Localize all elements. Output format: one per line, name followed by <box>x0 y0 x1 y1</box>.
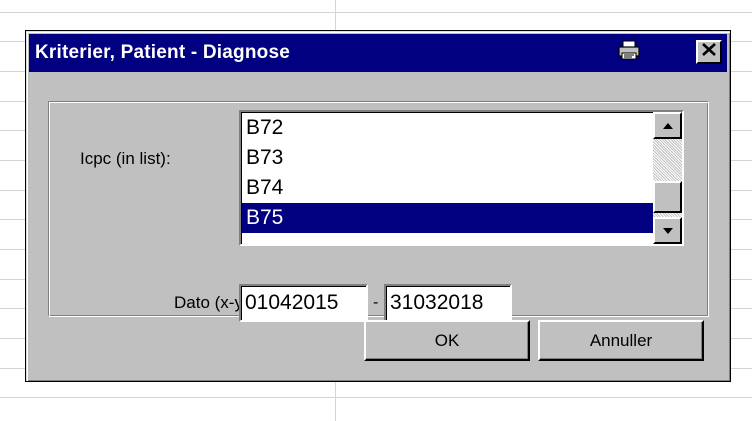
date-from-field[interactable]: 01042015 <box>239 284 368 322</box>
close-button[interactable] <box>696 40 722 64</box>
arrow-up-icon <box>662 117 674 135</box>
cancel-button-label: Annuller <box>589 330 653 350</box>
scroll-up-button[interactable] <box>653 112 682 139</box>
scroll-thumb[interactable] <box>653 181 682 213</box>
scroll-down-button[interactable] <box>653 217 682 244</box>
vertical-scrollbar[interactable] <box>653 112 682 244</box>
printer-icon <box>618 40 640 65</box>
list-item-selected[interactable]: B75 <box>242 203 653 233</box>
criteria-dialog: Kriterier, Patient - Diagnose Icpc (in l <box>25 30 731 382</box>
list-item[interactable]: B73 <box>242 143 653 173</box>
icpc-label: Icpc (in list): <box>80 149 171 168</box>
list-item[interactable]: B74 <box>242 173 653 203</box>
ok-button[interactable]: OK <box>364 320 530 361</box>
print-button[interactable] <box>616 40 642 64</box>
arrow-down-icon <box>662 222 674 240</box>
window-title: Kriterier, Patient - Diagnose <box>35 42 290 63</box>
date-separator: - <box>373 294 379 311</box>
icpc-listbox[interactable]: B72 B73 B74 B75 <box>239 110 684 246</box>
grid-line <box>0 397 752 398</box>
grid-line <box>0 12 752 13</box>
list-item[interactable]: B72 <box>242 113 653 143</box>
close-icon <box>702 43 716 61</box>
date-to-field[interactable]: 31032018 <box>384 284 512 322</box>
cancel-button[interactable]: Annuller <box>538 320 704 361</box>
ok-button-label: OK <box>434 330 460 350</box>
icpc-list-items: B72 B73 B74 B75 <box>242 113 653 233</box>
title-bar[interactable]: Kriterier, Patient - Diagnose <box>29 34 727 72</box>
